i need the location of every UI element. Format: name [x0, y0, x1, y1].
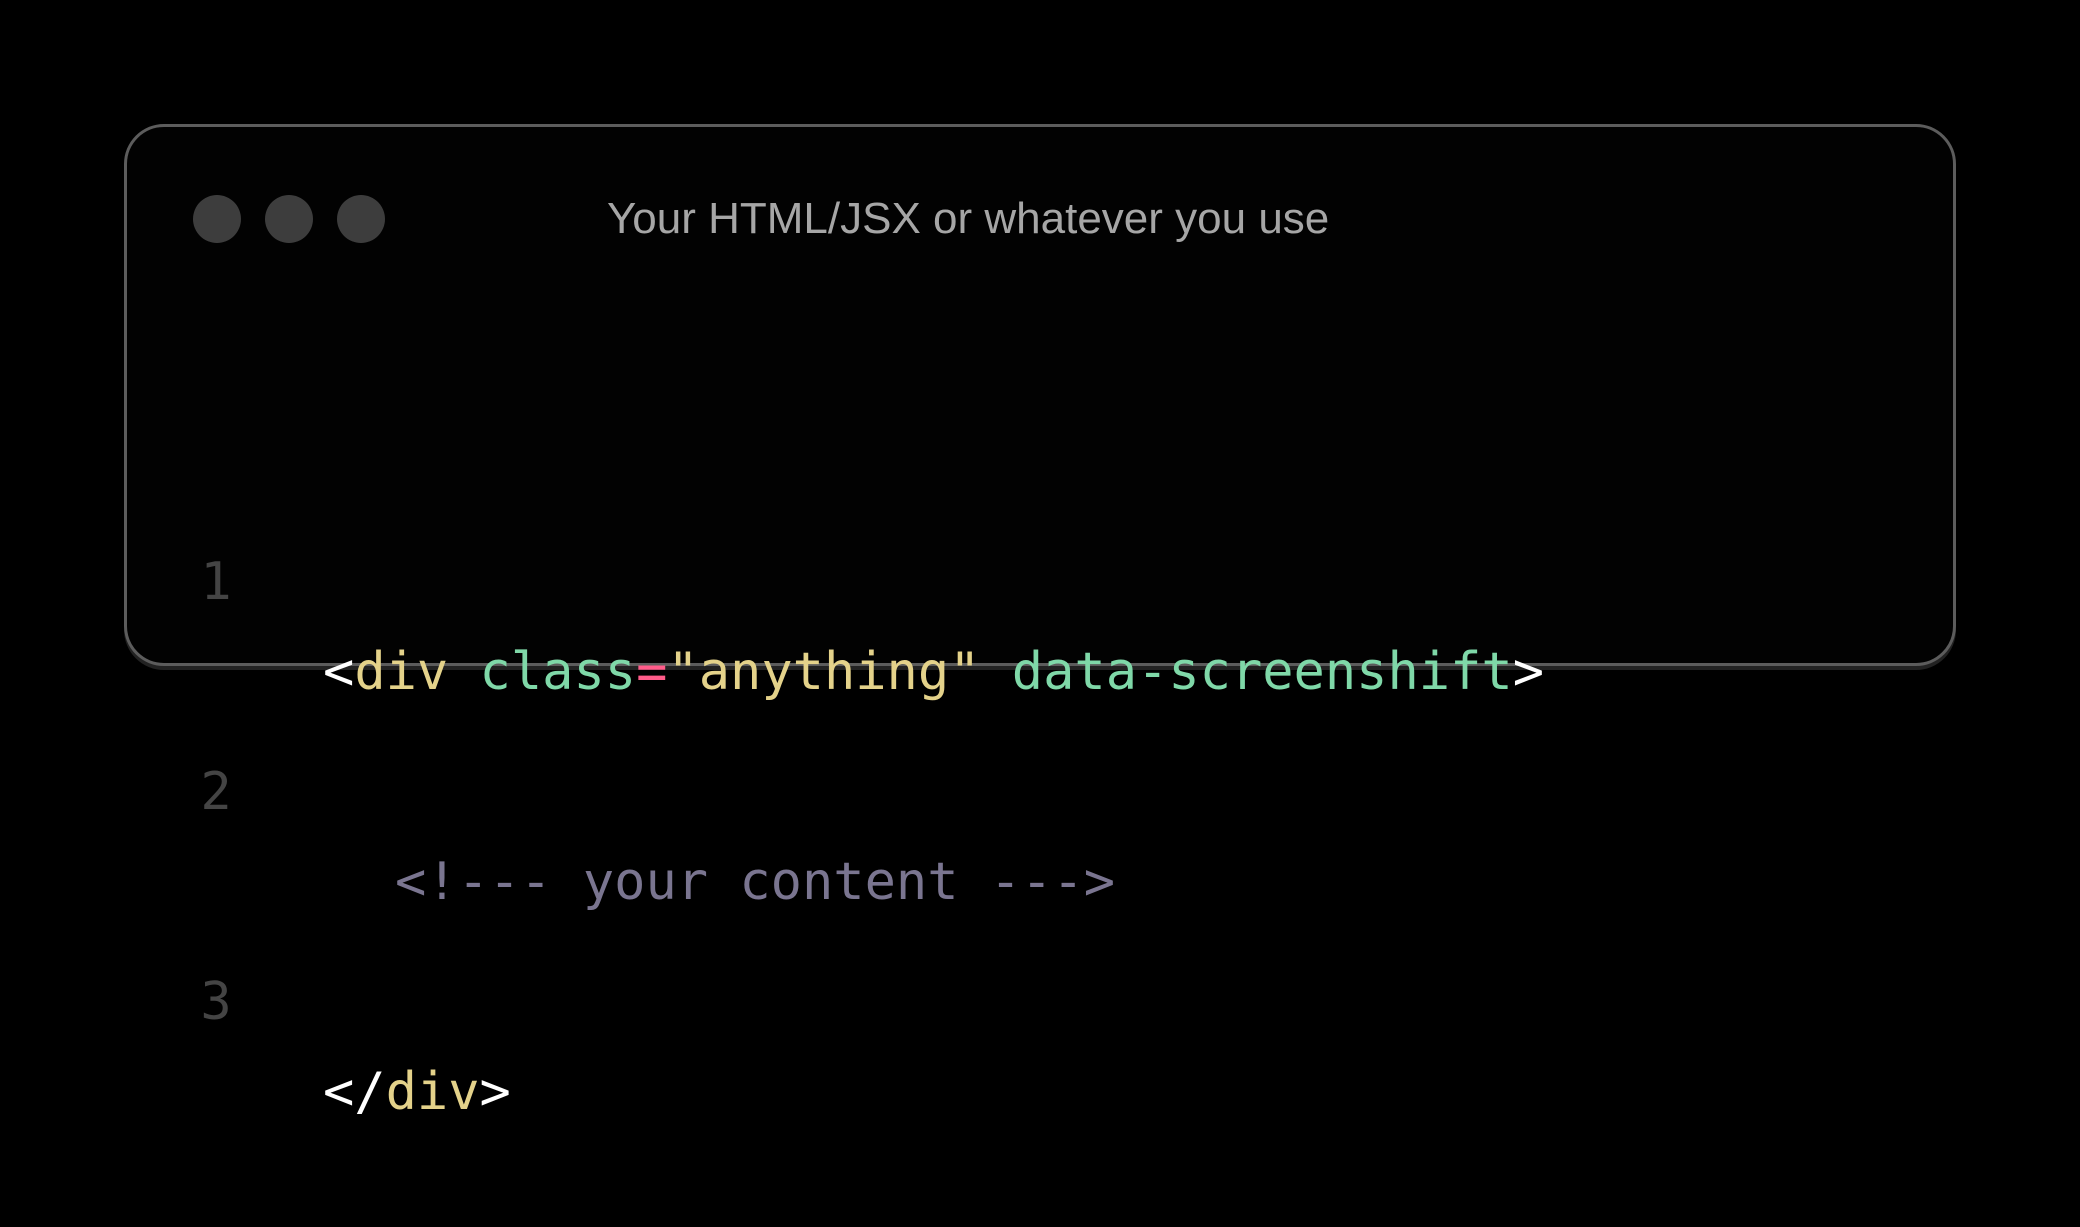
- line-number: 2: [200, 762, 232, 822]
- window-titlebar: Your HTML/JSX or whatever you use: [127, 127, 1953, 267]
- open-bracket-token: </: [323, 1062, 386, 1122]
- window-title: Your HTML/JSX or whatever you use: [607, 194, 1330, 243]
- code-line: 2 <!--- your content --->: [127, 657, 1953, 912]
- code-line-content: </div>: [323, 1047, 511, 1137]
- maximize-dot-icon[interactable]: [337, 195, 385, 243]
- line-number: 3: [200, 972, 232, 1032]
- code-block: 1 <div class="anything" data-screenshift…: [127, 327, 1953, 1122]
- close-bracket-token: >: [479, 1062, 511, 1122]
- code-line: 3 </div>: [127, 867, 1953, 1122]
- code-line: 1 <div class="anything" data-screenshift…: [127, 447, 1953, 702]
- line-number: 1: [200, 552, 232, 612]
- tag-token: div: [385, 1062, 480, 1122]
- minimize-dot-icon[interactable]: [265, 195, 313, 243]
- code-window: Your HTML/JSX or whatever you use 1 <div…: [124, 124, 1956, 1122]
- close-dot-icon[interactable]: [193, 195, 241, 243]
